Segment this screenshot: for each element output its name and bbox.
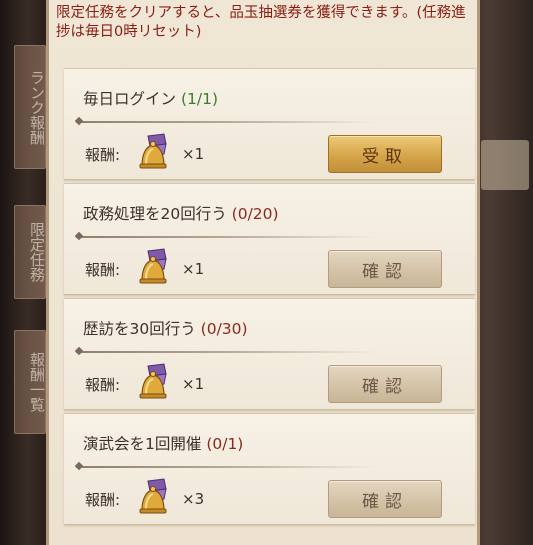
check-button[interactable]: 確認 [328,250,442,288]
lottery-ticket-icon [139,478,167,514]
task-progress: (0/20) [231,205,279,223]
task-name: 歴訪を30回行う [83,320,196,338]
lottery-ticket-icon [139,248,167,284]
reward-label: 報酬: [85,376,121,394]
side-tab-rank-reward[interactable]: ランク報酬 [14,45,46,169]
notice-text: 限定任務をクリアすると、品玉抽選券を獲得できます。(任務進捗は毎日0時リセット) [56,5,466,40]
reward-label: 報酬: [85,491,121,509]
side-tab-reward-list[interactable]: 報酬一覧 [14,330,46,434]
task-progress: (1/1) [180,90,218,108]
divider [74,231,376,241]
task-name: 演武会を1回開催 [83,435,202,453]
divider [74,461,376,471]
check-button[interactable]: 確認 [328,480,442,518]
background-lamp [481,140,529,190]
task-card: 歴訪を30回行う (0/30) 報酬: ×1 確認 [64,298,475,410]
task-card: 毎日ログイン (1/1) 報酬: ×1 受取 [64,68,475,180]
reward-quantity: ×1 [182,260,205,278]
reward-label: 報酬: [85,146,121,164]
lottery-ticket-icon [139,363,167,399]
task-title: 政務処理を20回行う (0/20) [83,202,279,224]
task-name: 毎日ログイン [83,90,177,108]
task-progress: (0/1) [206,435,244,453]
lottery-ticket-icon [139,133,167,169]
reward-label: 報酬: [85,261,121,279]
divider [74,116,376,126]
task-name: 政務処理を20回行う [83,205,227,223]
claim-button[interactable]: 受取 [328,135,442,173]
divider [74,346,376,356]
reward-quantity: ×3 [182,490,205,508]
reward-quantity: ×1 [182,375,205,393]
task-title: 演武会を1回開催 (0/1) [83,432,243,454]
check-button[interactable]: 確認 [328,365,442,403]
reward-quantity: ×1 [182,145,205,163]
task-card: 演武会を1回開催 (0/1) 報酬: ×3 確認 [64,413,475,525]
task-title: 毎日ログイン (1/1) [83,87,218,109]
task-progress: (0/30) [200,320,248,338]
side-tab-limited-task[interactable]: 限定任務 [14,205,46,299]
task-card: 政務処理を20回行う (0/20) 報酬: ×1 確認 [64,183,475,295]
task-title: 歴訪を30回行う (0/30) [83,317,248,339]
